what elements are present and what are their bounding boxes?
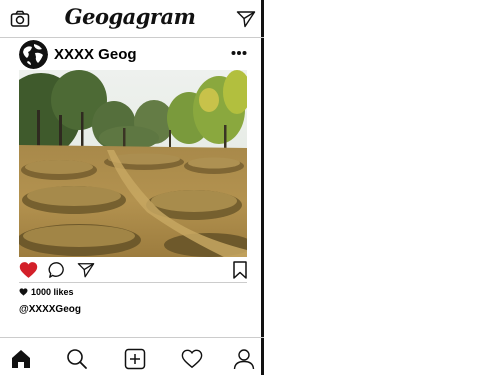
top-bar: Geogagram [0, 0, 264, 38]
comment-icon[interactable] [48, 261, 66, 279]
add-post-icon[interactable] [124, 348, 146, 370]
post-username[interactable]: XXXX Geog [54, 46, 137, 63]
app-logo: Geogagram [64, 4, 196, 29]
heart-icon[interactable] [19, 261, 38, 279]
search-icon[interactable] [66, 348, 88, 370]
likes-count[interactable]: 1000 likes [19, 287, 74, 301]
post-header: XXXX Geog [0, 38, 264, 70]
globe-icon [19, 40, 48, 69]
phone-frame: Geogagram XXXX Geog 1000 likes @XXXXGeog [0, 0, 264, 375]
send-icon[interactable] [236, 9, 256, 29]
post-caption[interactable]: @XXXXGeog [19, 304, 81, 315]
small-heart-icon [19, 288, 28, 296]
bottom-nav [0, 337, 264, 376]
home-icon[interactable] [10, 348, 32, 370]
post-actions [0, 260, 264, 282]
more-options-icon[interactable] [231, 45, 247, 61]
post-photo[interactable] [19, 70, 247, 257]
post-divider [19, 282, 247, 283]
activity-icon[interactable] [181, 348, 203, 370]
avatar[interactable] [19, 40, 48, 69]
share-icon[interactable] [77, 261, 95, 279]
bookmark-icon[interactable] [232, 261, 248, 279]
camera-icon[interactable] [10, 9, 30, 29]
profile-icon[interactable] [233, 348, 255, 370]
landscape-photo [19, 70, 247, 257]
likes-label: 1000 likes [31, 287, 74, 297]
